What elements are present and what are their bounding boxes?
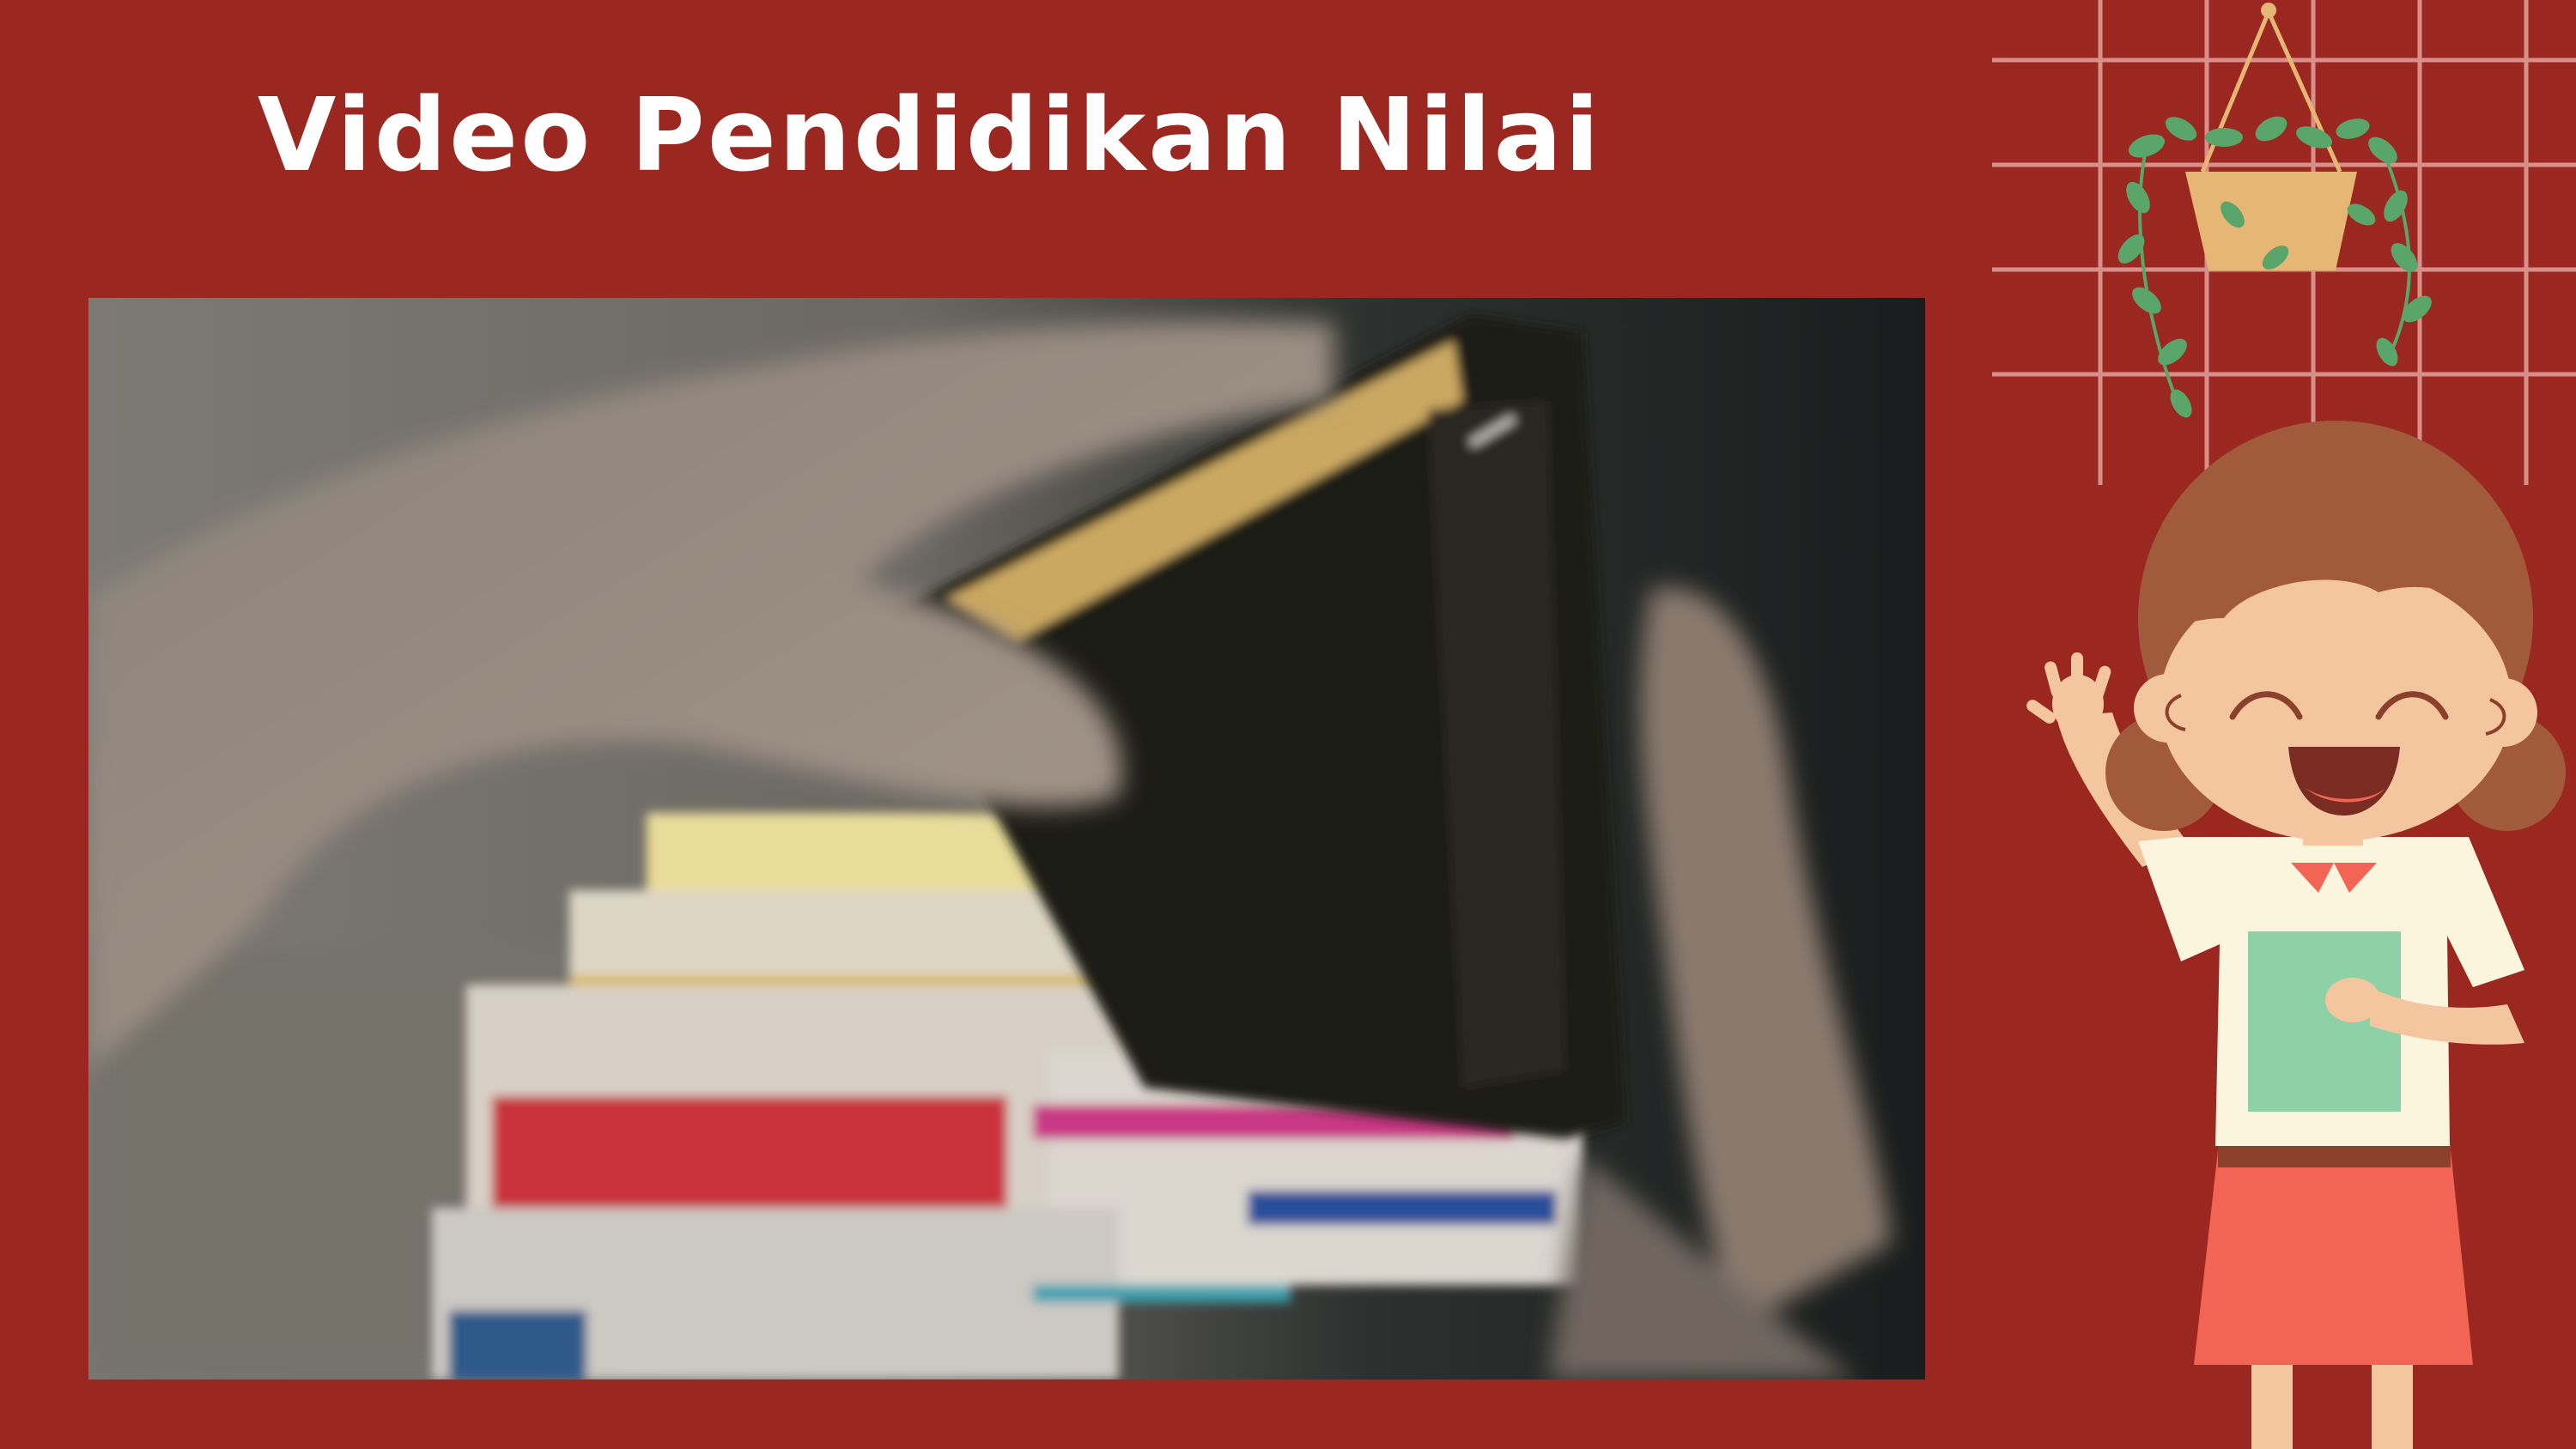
video-still-image	[88, 298, 1925, 1379]
hanging-plant-icon	[2117, 3, 2432, 418]
video-frame[interactable]	[88, 298, 1925, 1379]
decoration-panel	[1975, 0, 2576, 1449]
cartoon-girl-icon	[2026, 421, 2566, 1449]
decoration-illustration	[1992, 0, 2576, 1449]
slide-title: Video Pendidikan Nilai	[258, 76, 1602, 194]
